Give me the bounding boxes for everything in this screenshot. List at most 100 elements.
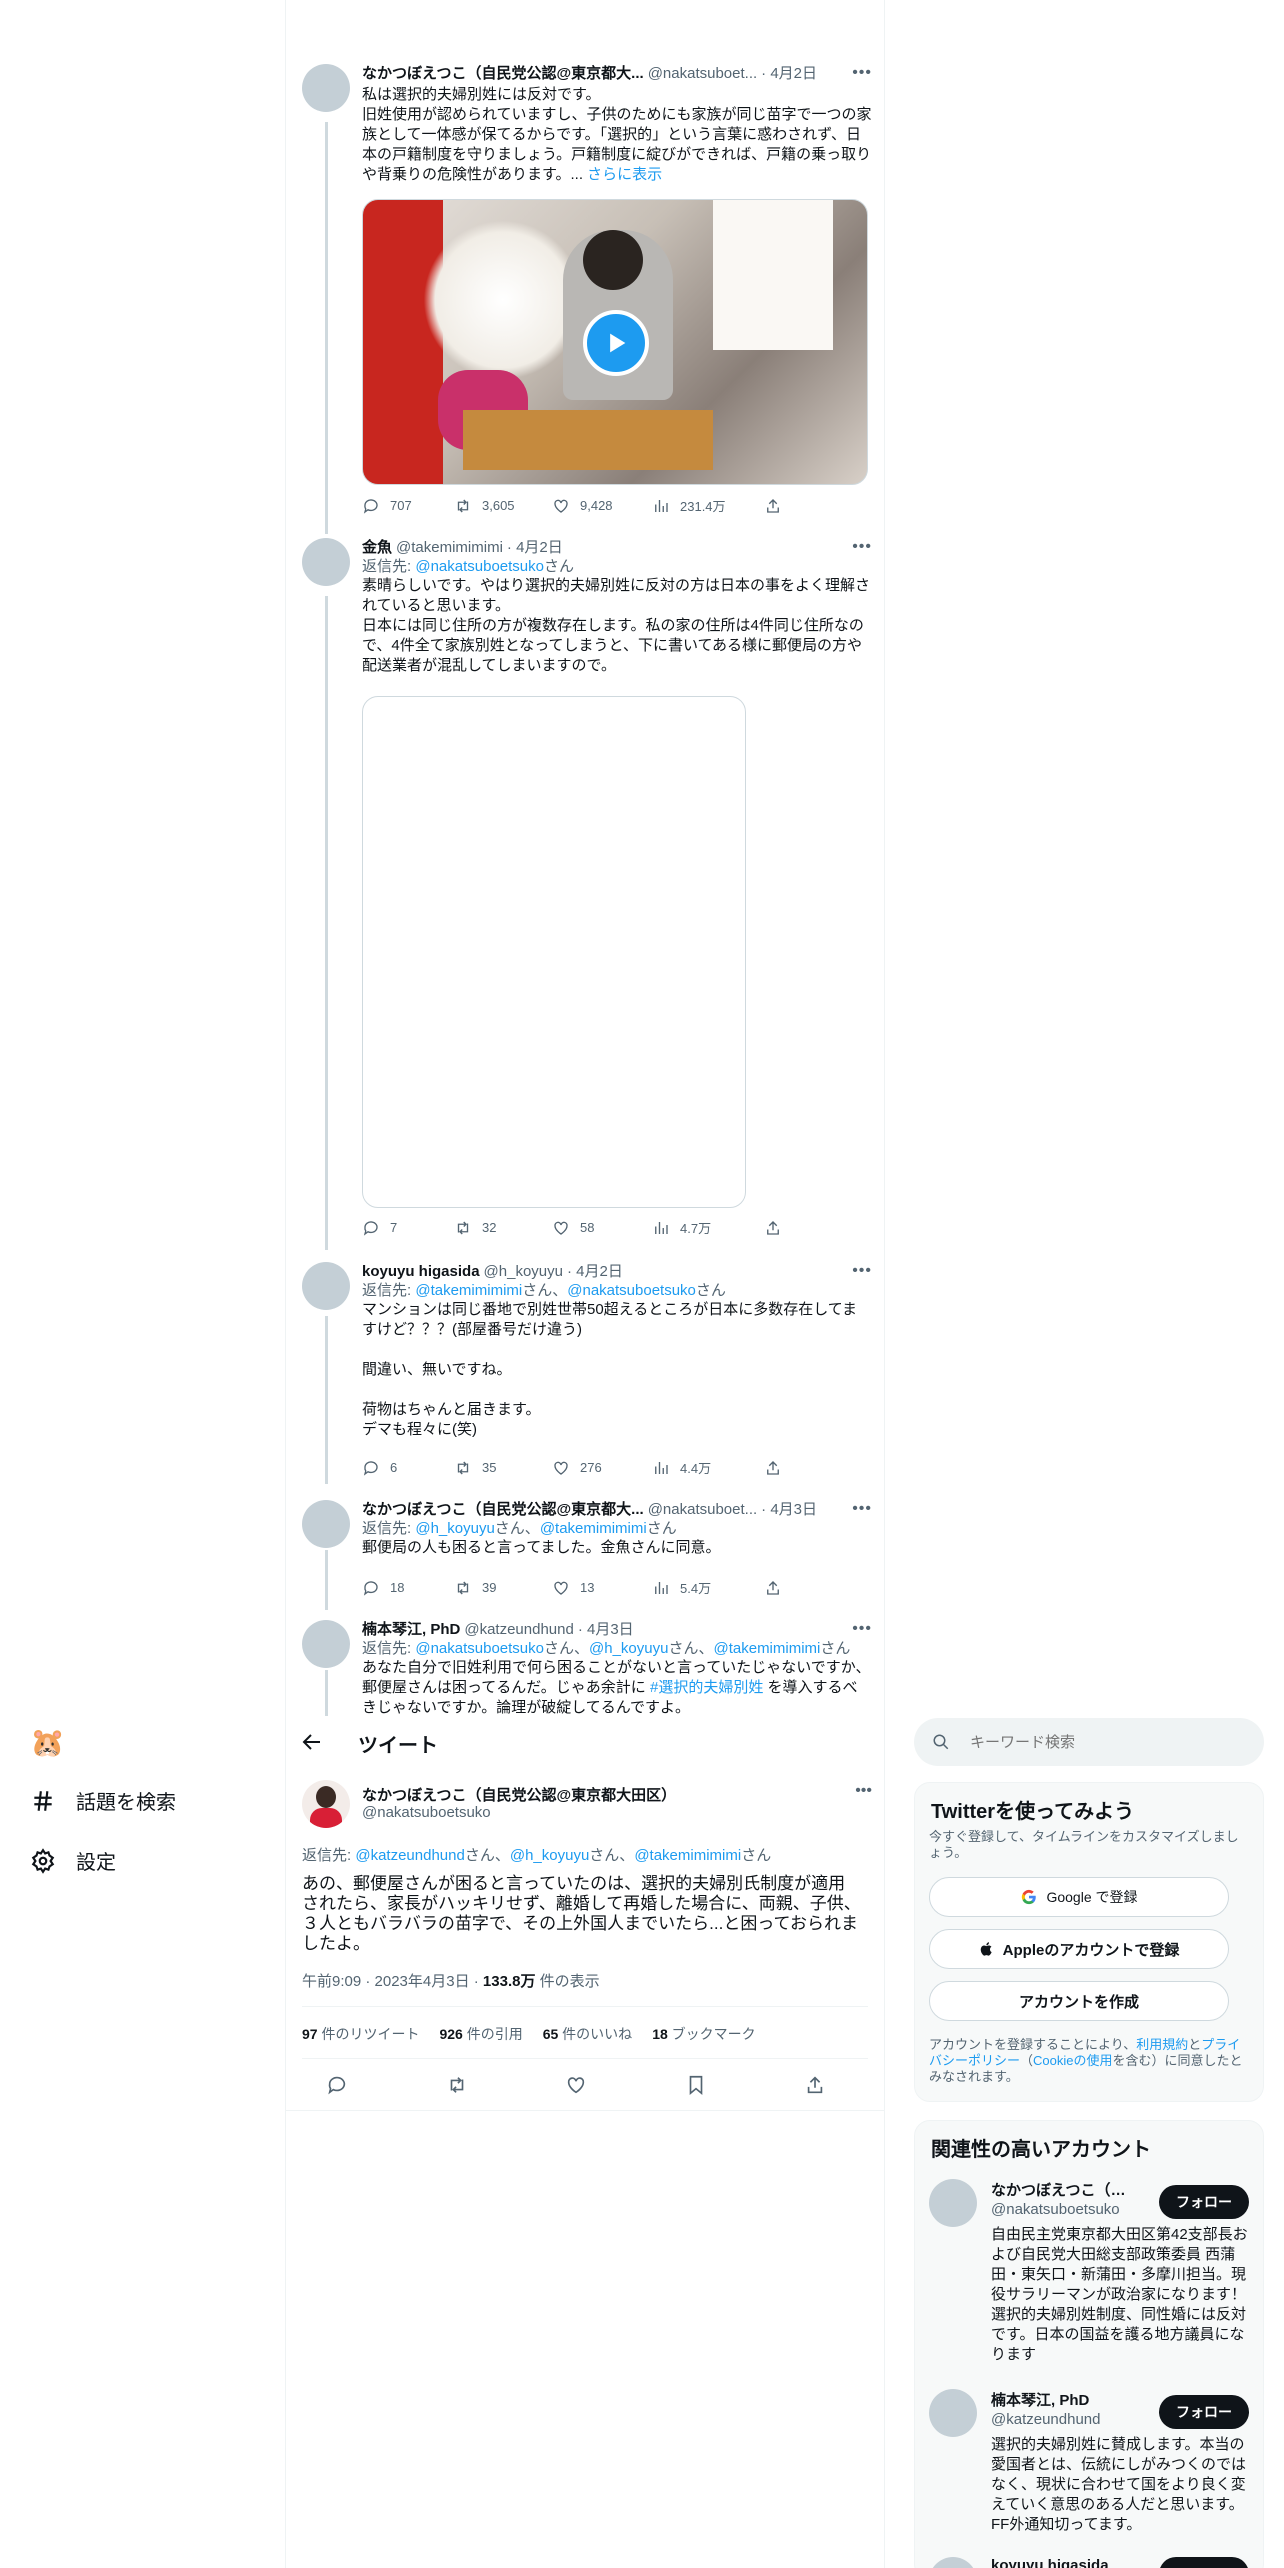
like-button[interactable]: 276 xyxy=(552,1459,652,1477)
avatar[interactable] xyxy=(929,2557,977,2568)
author-name[interactable]: 金魚 xyxy=(362,538,392,557)
views-button[interactable]: 5.4万 xyxy=(652,1578,764,1597)
mention-link[interactable]: @katzeundhund xyxy=(355,1847,464,1864)
timestamp-text[interactable]: 午前9:09 · 2023年4月3日 · xyxy=(302,1973,483,1990)
reply-button[interactable]: 6 xyxy=(362,1459,454,1477)
tweet-date[interactable]: · 4月2日 xyxy=(507,538,563,557)
more-options-icon[interactable]: ••• xyxy=(852,1620,872,1638)
nav-settings[interactable]: 設定 xyxy=(30,1846,116,1875)
retweet-icon[interactable] xyxy=(446,2074,468,2096)
mention-link[interactable]: @nakatsuboetsuko xyxy=(415,1640,544,1657)
mention-link[interactable]: @h_koyuyu xyxy=(510,1847,589,1864)
google-signup-button[interactable]: Google で登録 xyxy=(929,1877,1229,1917)
show-more-link[interactable]: さらに表示 xyxy=(587,166,662,183)
tweet[interactable]: koyuyu higasida @h_koyuyu · 4月2日 ••• 返信先… xyxy=(286,1262,884,1488)
video-player[interactable] xyxy=(362,199,868,485)
share-button[interactable] xyxy=(764,1459,782,1477)
cookie-link[interactable]: Cookieの使用 xyxy=(1033,2053,1112,2068)
follow-button[interactable]: フォロー xyxy=(1159,2395,1249,2429)
tweet-date[interactable]: · 4月2日 xyxy=(761,64,817,83)
like-button[interactable]: 13 xyxy=(552,1579,652,1597)
follow-button[interactable]: フォロー xyxy=(1159,2557,1249,2568)
avatar[interactable] xyxy=(929,2389,977,2437)
mention-link[interactable]: @takemimimimi xyxy=(540,1520,647,1537)
tweet[interactable]: なかつぼえつこ（自民党公認@東京都大... @nakatsuboet... · … xyxy=(286,64,884,524)
tweet-date[interactable]: · 4月3日 xyxy=(578,1620,634,1639)
nav-explore[interactable]: 話題を検索 xyxy=(30,1786,176,1815)
author-handle[interactable]: @nakatsuboet... xyxy=(648,64,757,83)
views-button[interactable]: 4.4万 xyxy=(652,1458,764,1477)
more-options-icon[interactable]: ••• xyxy=(855,1782,872,1800)
author-handle[interactable]: @nakatsuboetsuko xyxy=(362,1804,491,1821)
mention-link[interactable]: @takemimimimi xyxy=(713,1640,820,1657)
account-name[interactable]: 楠本琴江, PhD xyxy=(991,2389,1131,2410)
heart-icon[interactable] xyxy=(565,2074,587,2096)
apple-signup-button[interactable]: Appleのアカウントで登録 xyxy=(929,1929,1229,1969)
hashtag-link[interactable]: #選択的夫婦別姓 xyxy=(650,1679,763,1696)
mention-link[interactable]: @h_koyuyu xyxy=(589,1640,668,1657)
reply-icon[interactable] xyxy=(326,2074,348,2096)
like-button[interactable]: 58 xyxy=(552,1219,652,1237)
author-handle[interactable]: @takemimimimi xyxy=(396,538,503,557)
more-options-icon[interactable]: ••• xyxy=(852,64,872,82)
retweet-button[interactable]: 32 xyxy=(454,1219,552,1237)
author-name[interactable]: なかつぼえつこ（自民党公認@東京都大... xyxy=(362,1500,644,1519)
mention-link[interactable]: @h_koyuyu xyxy=(415,1520,494,1537)
avatar[interactable] xyxy=(929,2179,977,2227)
avatar[interactable] xyxy=(302,64,350,112)
share-button[interactable] xyxy=(764,1219,782,1237)
account-name[interactable]: なかつぼえつこ（自... xyxy=(991,2179,1131,2200)
author-name[interactable]: koyuyu higasida xyxy=(362,1262,480,1281)
account-handle[interactable]: @katzeundhund xyxy=(991,2411,1100,2428)
back-arrow-icon[interactable] xyxy=(300,1730,324,1754)
avatar[interactable] xyxy=(302,1780,350,1828)
mention-link[interactable]: @takemimimimi xyxy=(415,1282,522,1299)
more-options-icon[interactable]: ••• xyxy=(852,1500,872,1518)
search-box[interactable] xyxy=(914,1718,1264,1766)
terms-link[interactable]: 利用規約 xyxy=(1136,2037,1188,2052)
retweet-button[interactable]: 39 xyxy=(454,1579,552,1597)
create-account-button[interactable]: アカウントを作成 xyxy=(929,1981,1229,2021)
more-options-icon[interactable]: ••• xyxy=(852,1262,872,1280)
follow-button[interactable]: フォロー xyxy=(1159,2185,1249,2219)
likes-stat[interactable]: 65 件のいいね xyxy=(543,2024,632,2044)
views-button[interactable]: 231.4万 xyxy=(652,496,764,515)
play-icon[interactable] xyxy=(583,310,649,376)
tweet[interactable]: なかつぼえつこ（自民党公認@東京都大... @nakatsuboet... · … xyxy=(286,1500,884,1610)
bookmark-icon[interactable] xyxy=(685,2074,707,2096)
mention-link[interactable]: @nakatsuboetsuko xyxy=(567,1282,696,1299)
tweet[interactable]: 楠本琴江, PhD @katzeundhund · 4月3日 ••• 返信先: … xyxy=(286,1620,884,1720)
app-logo[interactable]: 🐹 xyxy=(30,1726,65,1759)
share-button[interactable] xyxy=(764,1579,782,1597)
retweet-button[interactable]: 3,605 xyxy=(454,497,552,515)
image-attachment[interactable] xyxy=(362,696,746,1208)
author-name[interactable]: なかつぼえつこ（自民党公認@東京都大田区） xyxy=(362,1784,676,1805)
avatar[interactable] xyxy=(302,1262,350,1310)
like-button[interactable]: 9,428 xyxy=(552,497,652,515)
author-name[interactable]: 楠本琴江, PhD xyxy=(362,1620,460,1639)
reply-button[interactable]: 7 xyxy=(362,1219,454,1237)
tweet[interactable]: 金魚 @takemimimimi · 4月2日 ••• 返信先: @nakats… xyxy=(286,538,884,1248)
retweets-stat[interactable]: 97 件のリツイート xyxy=(302,2024,419,2044)
search-input[interactable] xyxy=(970,1730,1240,1754)
reply-button[interactable]: 707 xyxy=(362,497,454,515)
avatar[interactable] xyxy=(302,538,350,586)
quotes-stat[interactable]: 926 件の引用 xyxy=(439,2024,522,2044)
account-name[interactable]: koyuyu higasida xyxy=(991,2557,1131,2568)
account-handle[interactable]: @nakatsuboetsuko xyxy=(991,2201,1120,2218)
bookmarks-stat[interactable]: 18 ブックマーク xyxy=(652,2024,755,2044)
author-handle[interactable]: @h_koyuyu xyxy=(484,1262,563,1281)
share-icon[interactable] xyxy=(804,2074,826,2096)
mention-link[interactable]: @takemimimimi xyxy=(634,1847,741,1864)
tweet-date[interactable]: · 4月3日 xyxy=(761,1500,817,1519)
reply-button[interactable]: 18 xyxy=(362,1579,454,1597)
retweet-button[interactable]: 35 xyxy=(454,1459,552,1477)
author-name[interactable]: なかつぼえつこ（自民党公認@東京都大... xyxy=(362,64,644,83)
avatar[interactable] xyxy=(302,1500,350,1548)
tweet-date[interactable]: · 4月2日 xyxy=(567,1262,623,1281)
share-button[interactable] xyxy=(764,497,782,515)
avatar[interactable] xyxy=(302,1620,350,1668)
mention-link[interactable]: @nakatsuboetsuko xyxy=(415,558,544,575)
more-options-icon[interactable]: ••• xyxy=(852,538,872,556)
views-button[interactable]: 4.7万 xyxy=(652,1218,764,1237)
